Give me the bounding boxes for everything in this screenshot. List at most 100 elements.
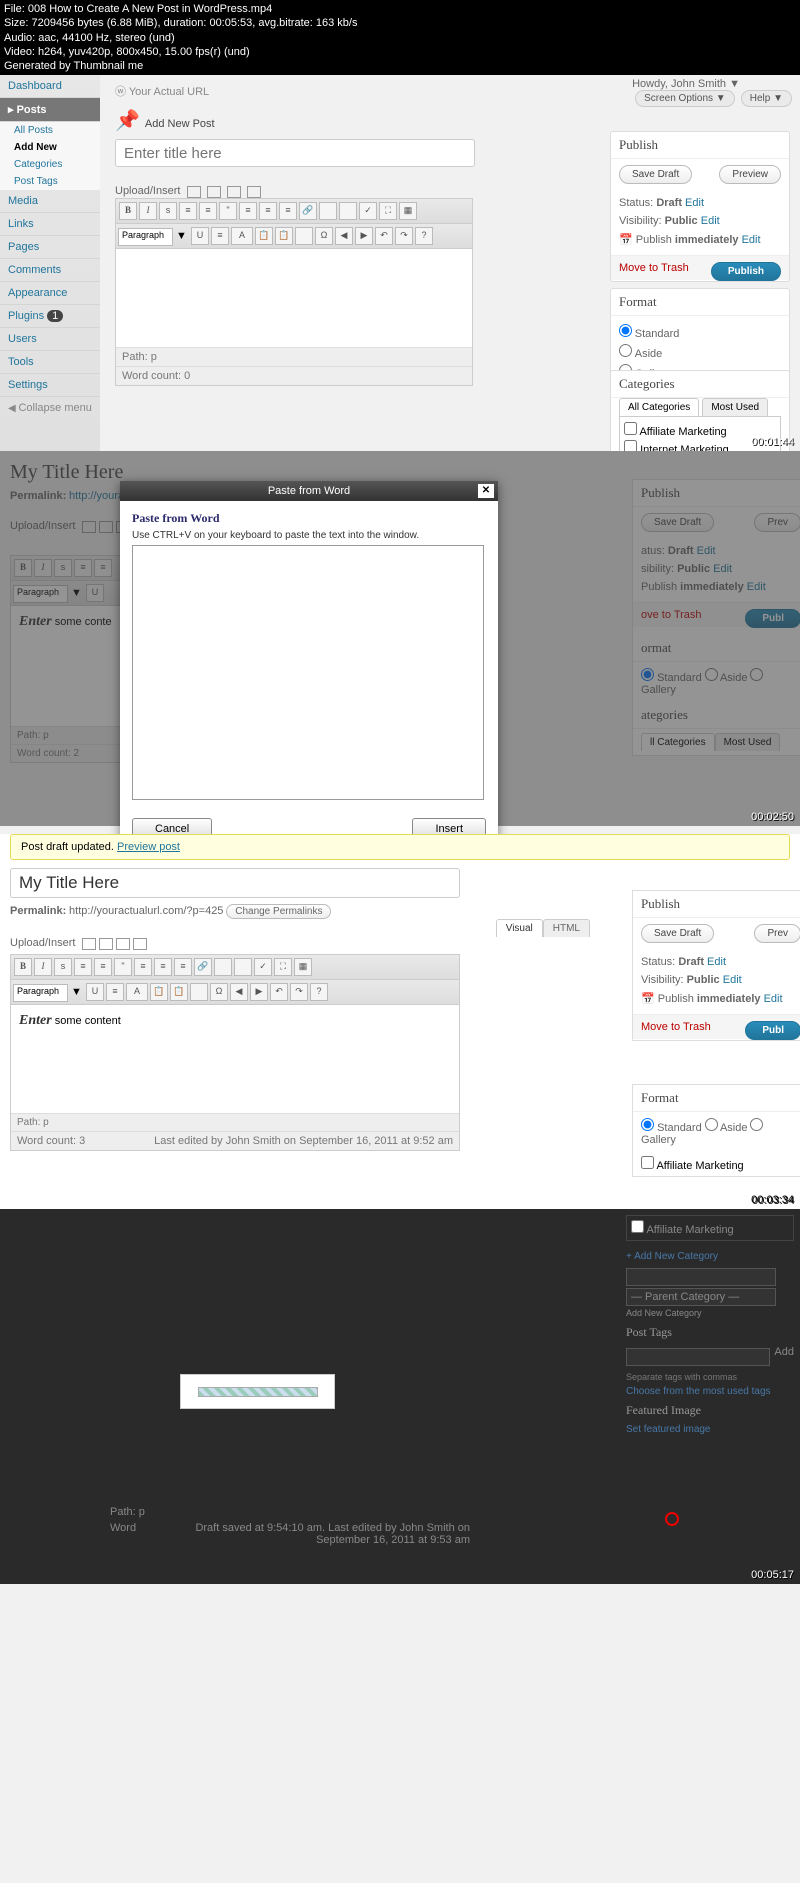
outdent-button[interactable]: ◀ — [335, 227, 353, 245]
save-draft-button[interactable]: Save Draft — [641, 924, 714, 943]
top-user-area: Howdy, John Smith ▼ Screen Options ▼ Hel… — [632, 78, 792, 107]
align-justify-button[interactable]: ≡ — [211, 227, 229, 245]
add-media-icon[interactable] — [247, 186, 261, 198]
save-draft-button[interactable]: Save Draft — [619, 165, 692, 184]
frame-timestamp: 00:01:44 — [751, 436, 794, 448]
publish-button[interactable]: Publish — [711, 262, 781, 281]
sidebar-posttags[interactable]: Post Tags — [0, 173, 100, 190]
add-video-icon[interactable] — [207, 186, 221, 198]
sidebar-pages[interactable]: Pages — [0, 236, 100, 259]
spell-button[interactable]: ✓ — [359, 202, 377, 220]
edit-visibility-link[interactable]: Edit — [701, 215, 720, 227]
editor-body[interactable] — [116, 249, 472, 347]
italic-button[interactable]: I — [139, 202, 157, 220]
wordcount-label: Word count: 0 — [122, 370, 190, 382]
paste-text-button[interactable]: 📋 — [255, 227, 273, 245]
sidebar-links[interactable]: Links — [0, 213, 100, 236]
video-metadata-header: File: 008 How to Create A New Post in Wo… — [0, 0, 800, 75]
align-right-button[interactable]: ≡ — [279, 202, 297, 220]
more-button[interactable] — [339, 202, 357, 220]
modal-titlebar: Paste from Word ✕ — [120, 481, 498, 501]
post-title-input[interactable] — [115, 139, 475, 167]
sidebar-categories[interactable]: Categories — [0, 156, 100, 173]
format-aside[interactable]: Aside — [619, 342, 781, 362]
link-button[interactable]: 🔗 — [299, 202, 317, 220]
paste-from-word-modal: Paste from Word ✕ Paste from Word Use CT… — [120, 481, 498, 848]
charmap-button[interactable]: Ω — [315, 227, 333, 245]
cat-tab-most[interactable]: Most Used — [702, 398, 768, 416]
edit-status-link[interactable]: Edit — [685, 197, 704, 209]
admin-sidebar: Dashboard ▸ Posts All Posts Add New Cate… — [0, 75, 100, 451]
close-icon[interactable]: ✕ — [478, 484, 494, 498]
loading-dialog — [180, 1374, 335, 1409]
paste-word-button[interactable]: 📋 — [275, 227, 293, 245]
underline-button[interactable]: U — [191, 227, 209, 245]
sidebar-allposts[interactable]: All Posts — [0, 122, 100, 139]
post-title-input[interactable] — [10, 868, 460, 898]
change-permalinks-button[interactable]: Change Permalinks — [226, 904, 331, 919]
quote-button[interactable]: " — [219, 202, 237, 220]
strike-button[interactable]: s — [159, 202, 177, 220]
indent-button[interactable]: ▶ — [355, 227, 373, 245]
remove-format-button[interactable] — [295, 227, 313, 245]
preview-post-link[interactable]: Preview post — [117, 841, 180, 853]
move-to-trash-link[interactable]: Move to Trash — [619, 262, 689, 274]
redo-button[interactable]: ↷ — [395, 227, 413, 245]
add-new-category-link[interactable]: + Add New Category — [626, 1251, 718, 1262]
add-image-icon[interactable] — [187, 186, 201, 198]
add-image-icon[interactable] — [82, 938, 96, 950]
notice-updated: Post draft updated. Preview post — [10, 834, 790, 860]
help-button[interactable]: Help ▼ — [741, 90, 792, 107]
sidebar-settings[interactable]: Settings — [0, 374, 100, 397]
tab-html[interactable]: HTML — [543, 919, 590, 937]
sidebar-media[interactable]: Media — [0, 190, 100, 213]
frame-timestamp: 00:02:50 — [751, 811, 794, 823]
format-standard[interactable]: Standard — [619, 322, 781, 342]
sidebar-addnew[interactable]: Add New — [0, 139, 100, 156]
bold-button[interactable]: B — [119, 202, 137, 220]
path-label: Path: p — [122, 351, 157, 363]
add-video-icon[interactable] — [99, 938, 113, 950]
fullscreen-button[interactable]: ⛶ — [379, 202, 397, 220]
cursor-highlight-icon — [665, 1512, 679, 1526]
add-media-icon[interactable] — [133, 938, 147, 950]
sidebar-appearance[interactable]: Appearance — [0, 282, 100, 305]
add-audio-icon[interactable] — [227, 186, 241, 198]
undo-button[interactable]: ↶ — [375, 227, 393, 245]
sidebar-comments[interactable]: Comments — [0, 259, 100, 282]
paragraph-select[interactable]: Paragraph — [118, 228, 173, 246]
publish-button[interactable]: Publ — [745, 1021, 800, 1040]
ul-button[interactable]: ≡ — [179, 202, 197, 220]
page-title: 📌 Add New Post — [115, 108, 790, 133]
textcolor-button[interactable]: A — [231, 227, 253, 245]
tab-visual[interactable]: Visual — [496, 919, 543, 937]
preview-button[interactable]: Preview — [719, 165, 781, 184]
collapse-menu[interactable]: ◀ Collapse menu — [0, 397, 100, 419]
cat-tab-all[interactable]: All Categories — [619, 398, 699, 416]
last-edited-label: Last edited by John Smith on September 1… — [154, 1135, 453, 1147]
ol-button[interactable]: ≡ — [199, 202, 217, 220]
choose-used-tags-link[interactable]: Choose from the most used tags — [626, 1386, 771, 1397]
editor-body[interactable]: Enter some content — [11, 1005, 459, 1113]
add-audio-icon[interactable] — [116, 938, 130, 950]
move-to-trash-link[interactable]: Move to Trash — [641, 1021, 711, 1033]
unlink-button[interactable] — [319, 202, 337, 220]
sidebar-tools[interactable]: Tools — [0, 351, 100, 374]
frame-timestamp: 00:05:17 — [751, 1569, 794, 1581]
progress-bar — [198, 1387, 318, 1397]
frame-timestamp: 00:03:34 — [751, 1194, 794, 1206]
align-left-button[interactable]: ≡ — [239, 202, 257, 220]
sidebar-plugins[interactable]: Plugins 1 — [0, 305, 100, 328]
help-icon[interactable]: ? — [415, 227, 433, 245]
editor: BIs≡≡"≡≡≡🔗✓⛶▦ Paragraph ▼ U≡A📋📋Ω◀▶↶↷? Pa… — [115, 198, 473, 387]
set-featured-image-link[interactable]: Set featured image — [626, 1424, 711, 1435]
paste-textarea[interactable] — [132, 545, 484, 800]
screen-options-button[interactable]: Screen Options ▼ — [635, 90, 735, 107]
sidebar-posts[interactable]: ▸ Posts — [0, 98, 100, 122]
align-center-button[interactable]: ≡ — [259, 202, 277, 220]
publish-box: Publish Save Draft Preview Status: Draft… — [610, 131, 790, 282]
edit-schedule-link[interactable]: Edit — [742, 234, 761, 246]
kitchensink-button[interactable]: ▦ — [399, 202, 417, 220]
sidebar-users[interactable]: Users — [0, 328, 100, 351]
sidebar-dashboard[interactable]: Dashboard — [0, 75, 100, 98]
